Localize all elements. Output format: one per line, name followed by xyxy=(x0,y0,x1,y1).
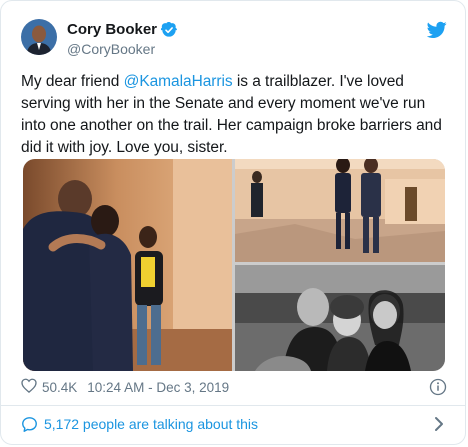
tweet-timestamp[interactable]: 10:24 AM - Dec 3, 2019 xyxy=(87,380,229,395)
tweet-text: My dear friend @KamalaHarris is a trailb… xyxy=(21,71,451,159)
author-display-name: Cory Booker xyxy=(67,21,158,38)
heart-icon xyxy=(21,378,37,396)
author-names[interactable]: Cory Booker @CoryBooker xyxy=(67,21,178,58)
like-count: 50.4K xyxy=(42,379,78,395)
tweet-header: Cory Booker @CoryBooker xyxy=(21,19,447,59)
author-display-name-row: Cory Booker xyxy=(67,21,178,39)
tweet-media-grid xyxy=(23,159,445,371)
photo-selfie[interactable] xyxy=(235,265,445,371)
conversation-link[interactable]: 5,172 people are talking about this xyxy=(21,413,447,435)
twitter-bird-icon[interactable] xyxy=(426,21,447,39)
info-icon[interactable] xyxy=(429,378,447,396)
verified-badge-icon xyxy=(160,21,178,38)
embedded-tweet-card[interactable]: Cory Booker @CoryBooker My dear friend @… xyxy=(0,0,466,445)
speech-bubble-icon xyxy=(21,416,38,433)
like-button[interactable]: 50.4K xyxy=(21,378,77,396)
tweet-meta: 50.4K 10:24 AM - Dec 3, 2019 xyxy=(21,377,447,397)
tweet-text-before: My dear friend xyxy=(21,73,124,90)
photo-hallway[interactable] xyxy=(235,159,445,262)
author-handle: @CoryBooker xyxy=(67,41,156,57)
chevron-right-icon[interactable] xyxy=(433,416,445,432)
conversation-label: 5,172 people are talking about this xyxy=(44,416,259,432)
divider xyxy=(1,405,465,406)
mention-link[interactable]: @KamalaHarris xyxy=(124,73,233,90)
avatar[interactable] xyxy=(21,19,57,55)
photo-hug[interactable] xyxy=(23,159,232,371)
